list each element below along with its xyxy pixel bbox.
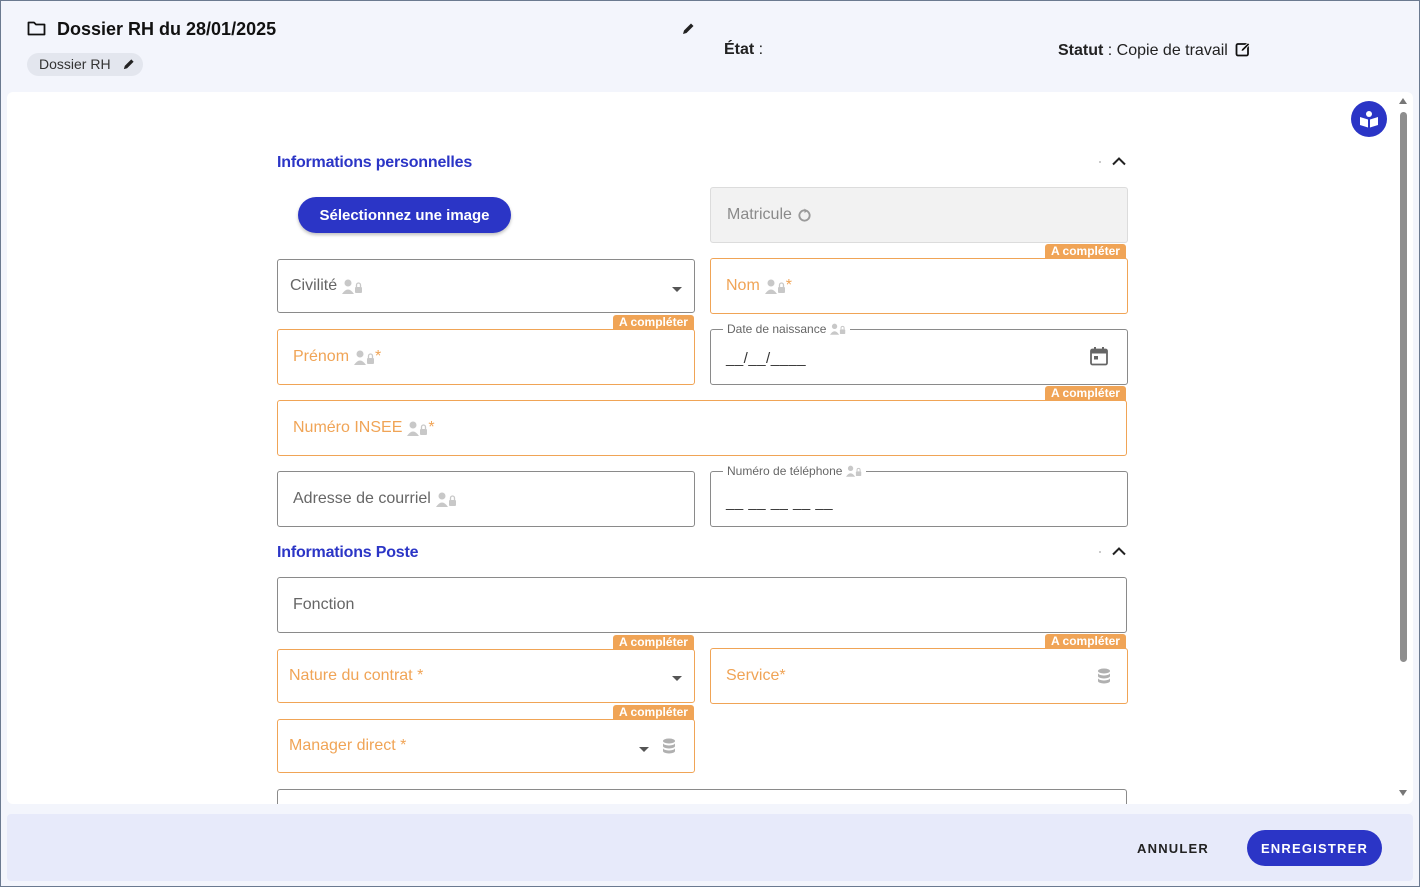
fonction-label: Fonction — [293, 596, 355, 613]
calendar-icon[interactable] — [1089, 346, 1109, 366]
personal-data-icon — [435, 492, 456, 507]
database-icon[interactable] — [1097, 668, 1111, 684]
to-complete-badge-service: A compléter — [1045, 634, 1126, 649]
header: Dossier RH du 28/01/2025 Dossier RH État… — [0, 0, 1420, 92]
civilite-dropdown-caret-icon[interactable] — [672, 287, 682, 292]
scroll-thumb[interactable] — [1400, 112, 1407, 662]
telephone-label: Numéro de téléphone — [727, 464, 843, 478]
etat-label: État — [724, 41, 755, 58]
scroll-down-arrow-icon[interactable] — [1399, 790, 1407, 796]
nom-field[interactable]: Nom * — [710, 258, 1128, 314]
fonction-field[interactable]: Fonction — [277, 577, 1127, 633]
prenom-field[interactable]: Prénom * — [277, 329, 695, 385]
to-complete-badge-nom: A compléter — [1045, 244, 1126, 259]
section-title-personal: Informations personnelles — [277, 154, 473, 171]
personal-data-icon — [764, 279, 785, 294]
database-icon[interactable] — [662, 738, 676, 754]
to-complete-badge-contrat: A compléter — [613, 635, 694, 650]
nature-contrat-select[interactable]: Nature du contrat * — [277, 649, 695, 703]
etat-field: État : — [724, 41, 763, 59]
save-button[interactable]: ENREGISTRER — [1247, 830, 1382, 866]
personal-data-icon — [830, 323, 846, 335]
required-asterisk: * — [375, 348, 382, 365]
matricule-label: Matricule — [727, 206, 792, 223]
manager-label: Manager direct * — [289, 737, 407, 754]
date-naissance-field[interactable]: Date de naissance __/__/____ — [710, 322, 1128, 385]
folder-icon — [27, 21, 46, 36]
nature-contrat-label: Nature du contrat * — [289, 667, 424, 684]
insee-field[interactable]: Numéro INSEE * — [277, 400, 1127, 456]
chip-label: Dossier RH — [39, 56, 111, 72]
to-complete-badge-prenom: A compléter — [613, 315, 694, 330]
required-asterisk: * — [428, 419, 435, 436]
service-field[interactable]: Service* — [710, 648, 1128, 704]
to-complete-badge-manager: A compléter — [613, 705, 694, 720]
required-asterisk: * — [785, 277, 793, 294]
date-naissance-label: Date de naissance — [727, 322, 827, 336]
insee-label: Numéro INSEE — [293, 419, 403, 436]
section-dot — [1099, 551, 1101, 553]
civilite-label: Civilité — [290, 277, 338, 294]
help-book-button[interactable] — [1351, 101, 1387, 137]
courriel-field[interactable]: Adresse de courriel — [277, 471, 695, 527]
statut-label: Statut — [1058, 42, 1104, 59]
statut-value: : Copie de travail — [1103, 42, 1228, 59]
service-label: Service* — [726, 667, 786, 684]
statut-field: Statut : Copie de travail — [1058, 41, 1251, 60]
personal-data-icon — [846, 465, 862, 477]
personal-data-icon — [342, 279, 363, 294]
section-dot — [1099, 161, 1101, 163]
edit-status-icon[interactable] — [1235, 41, 1251, 57]
cancel-button[interactable]: ANNULER — [1128, 830, 1218, 866]
vertical-scrollbar[interactable] — [1396, 92, 1410, 804]
manager-dropdown-caret-icon[interactable] — [639, 747, 649, 752]
edit-chip-pencil-icon[interactable] — [122, 58, 135, 71]
refresh-icon — [798, 207, 811, 222]
next-field-partial[interactable] — [277, 789, 1127, 804]
page-title: Dossier RH du 28/01/2025 — [57, 19, 277, 39]
etat-separator: : — [754, 41, 764, 58]
document-type-chip[interactable]: Dossier RH — [27, 53, 143, 76]
section-title-poste: Informations Poste — [277, 544, 419, 561]
to-complete-badge-insee: A compléter — [1045, 386, 1126, 401]
telephone-placeholder: __ __ __ __ __ — [726, 494, 834, 511]
scroll-up-arrow-icon[interactable] — [1399, 98, 1407, 104]
date-naissance-placeholder: __/__/____ — [726, 350, 807, 367]
courriel-label: Adresse de courriel — [293, 490, 431, 507]
civilite-select[interactable]: Civilité — [277, 259, 695, 313]
manager-select[interactable]: Manager direct * — [277, 719, 695, 773]
prenom-label: Prénom — [293, 348, 350, 365]
matricule-field: Matricule — [710, 187, 1128, 243]
personal-data-icon — [354, 350, 375, 365]
book-icon — [1360, 111, 1378, 128]
personal-data-icon — [407, 421, 428, 436]
nature-contrat-dropdown-caret-icon[interactable] — [672, 676, 682, 681]
collapse-personal-chevron-up-icon[interactable] — [1111, 156, 1127, 166]
telephone-field[interactable]: Numéro de téléphone __ __ __ __ __ — [710, 464, 1128, 527]
nom-label: Nom — [726, 277, 760, 294]
select-image-button[interactable]: Sélectionnez une image — [298, 197, 511, 233]
collapse-poste-chevron-up-icon[interactable] — [1111, 546, 1127, 556]
edit-title-pencil-icon[interactable] — [681, 22, 695, 36]
